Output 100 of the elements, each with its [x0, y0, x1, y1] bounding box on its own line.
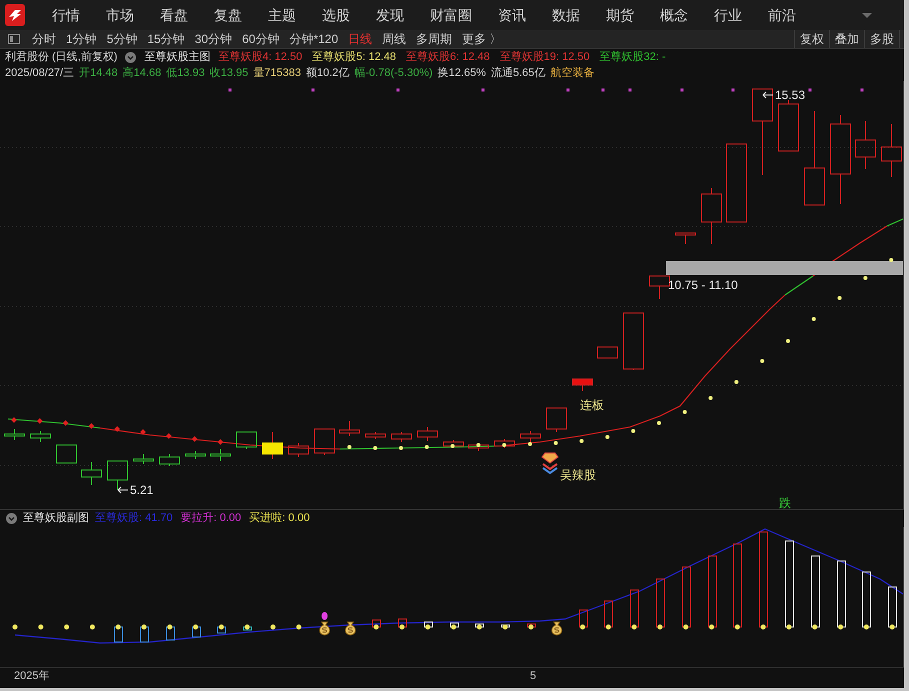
- indicator-bar: [630, 590, 639, 628]
- chevron-down-icon[interactable]: [6, 513, 17, 524]
- indicator-bar: [475, 624, 484, 628]
- signal-label: 连板: [580, 398, 604, 412]
- quote-value: 量715383: [253, 68, 301, 78]
- menu-item[interactable]: 行情: [52, 8, 80, 22]
- candlestick: [494, 438, 515, 448]
- quote-value: 2025/08/27/三: [5, 68, 74, 78]
- axis-label: 5: [530, 671, 536, 682]
- indicator-value: 要拉升: 0.00: [180, 513, 242, 524]
- support-dot: [682, 410, 687, 414]
- chevron-down-icon[interactable]: [125, 52, 136, 62]
- support-dot: [812, 317, 816, 321]
- signal-dot: [838, 624, 844, 630]
- indicator-bar: [166, 626, 175, 640]
- menu-item[interactable]: 前沿: [768, 8, 796, 22]
- candlestick: [185, 450, 206, 460]
- candlestick: [675, 232, 696, 244]
- candlestick: [855, 120, 876, 170]
- signal-dot: [632, 624, 637, 630]
- signal-dot: [38, 624, 44, 630]
- period-tab[interactable]: 分时: [32, 33, 56, 45]
- support-dot: [760, 359, 764, 363]
- menu-item[interactable]: 看盘: [160, 8, 188, 22]
- signal-dot: [476, 624, 482, 630]
- pointer-arrow: [762, 92, 774, 98]
- quote-value: 额10.2亿: [306, 68, 350, 78]
- signal-dot: [374, 624, 379, 630]
- candlestick: [236, 432, 257, 450]
- candlestick: [649, 276, 670, 300]
- indicator-bar: [811, 556, 820, 628]
- period-tab[interactable]: 更多 〉: [462, 33, 502, 45]
- candlestick: [520, 430, 541, 444]
- indicator-bar: [140, 626, 149, 642]
- toolbar-button[interactable]: 多股: [864, 30, 899, 48]
- quote-value: 开14.48: [79, 68, 118, 78]
- indicator-bar: [579, 610, 588, 628]
- price-label: 5.21: [130, 483, 154, 497]
- menu-item[interactable]: 期货: [606, 8, 634, 22]
- support-dot: [605, 435, 610, 439]
- indicator-bar: [837, 560, 846, 628]
- signal-dot: [12, 624, 18, 630]
- indicator-bar: [114, 626, 123, 642]
- toolbar-button[interactable]: 叠加: [829, 30, 864, 48]
- candlestick: [701, 188, 722, 244]
- period-tab[interactable]: 30分钟: [194, 33, 232, 45]
- period-tab[interactable]: 多周期: [416, 33, 452, 45]
- money-bag-icon: [345, 622, 356, 636]
- menu-item[interactable]: 复盘: [214, 8, 242, 22]
- indicator-bar: [217, 626, 226, 634]
- menu-item[interactable]: 行业: [714, 8, 742, 22]
- period-tab[interactable]: 15分钟: [147, 33, 185, 45]
- quote-value: 换12.65%: [438, 68, 486, 78]
- caret-icon[interactable]: [862, 12, 872, 18]
- menu-item[interactable]: 市场: [106, 8, 134, 22]
- money-bag-icon: [319, 622, 330, 636]
- menu-item[interactable]: 概念: [660, 8, 688, 22]
- toolbar-button[interactable]: 复权: [794, 30, 829, 48]
- period-tab[interactable]: 周线: [382, 33, 406, 45]
- menu-item[interactable]: 发现: [376, 8, 404, 22]
- period-tab[interactable]: 日线: [348, 33, 372, 45]
- period-tab[interactable]: 1分钟: [66, 33, 97, 45]
- indicator-bar: [527, 624, 536, 628]
- candlestick: [391, 432, 412, 442]
- menu-item[interactable]: 选股: [322, 8, 350, 22]
- indicator-value: 至尊妖股5: 12.48: [312, 52, 396, 62]
- menu-item[interactable]: 财富圈: [430, 8, 472, 22]
- logo-icon[interactable]: [5, 4, 25, 26]
- signal-dot: [606, 624, 611, 630]
- indicator-name: 至尊妖股副图: [23, 513, 89, 524]
- candlestick: [210, 448, 231, 462]
- range-label: 10.75 - 11.10: [668, 278, 738, 292]
- sidebar-toggle-icon[interactable]: [8, 34, 20, 44]
- signal-dot: [425, 624, 430, 630]
- period-tab[interactable]: 5分钟: [106, 33, 138, 45]
- candlestick: [56, 444, 77, 464]
- support-dot: [889, 258, 894, 262]
- menu-item[interactable]: 主题: [268, 8, 296, 22]
- money-bag-icon: [551, 622, 562, 636]
- signal-dot: [734, 624, 740, 630]
- pointer-arrow: [118, 486, 128, 494]
- candlestick: [778, 100, 799, 152]
- candlestick: [572, 378, 593, 392]
- signal-dot: [683, 624, 688, 630]
- candlestick: [597, 346, 618, 358]
- signal-dot: [167, 624, 172, 630]
- menu-item[interactable]: 资讯: [498, 8, 526, 22]
- indicator-bar: [501, 624, 510, 628]
- support-dot: [863, 276, 868, 280]
- period-tab[interactable]: 分钟*120: [289, 33, 338, 45]
- candlestick: [159, 454, 180, 466]
- signal-dot: [502, 624, 508, 630]
- signal-dot: [580, 624, 586, 630]
- support-dot: [580, 439, 584, 443]
- quote-value: 航空装备: [550, 68, 594, 78]
- menu-item[interactable]: 数据: [552, 8, 580, 22]
- period-tab[interactable]: 60分钟: [242, 33, 280, 45]
- candlestick: [81, 462, 102, 486]
- indicator-bar: [450, 622, 459, 628]
- indicator-value: 至尊妖股: 41.70: [95, 513, 173, 524]
